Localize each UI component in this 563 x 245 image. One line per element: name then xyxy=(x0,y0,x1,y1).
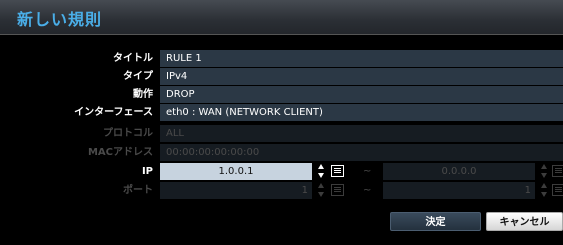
increment-icon xyxy=(540,163,549,171)
type-row: タイプ IPv4 xyxy=(0,68,563,85)
ip-range-separator: ~ xyxy=(363,166,372,177)
ip-end-spinner xyxy=(540,163,549,180)
port-end-spinner xyxy=(540,182,549,199)
port-range-separator: ~ xyxy=(363,185,372,196)
decrement-icon[interactable] xyxy=(317,171,326,179)
keyboard-icon xyxy=(331,184,344,196)
new-rule-dialog: 新しい規則 タイトル RULE 1 タイプ IPv4 動作 DROP インターフ… xyxy=(0,0,563,245)
dialog-title: 新しい規則 xyxy=(17,10,103,29)
mac-field: 00:00:00:00:00:00 xyxy=(160,144,563,161)
port-start-spinner xyxy=(317,182,326,199)
mac-label: MACアドレス xyxy=(87,147,153,158)
increment-icon[interactable] xyxy=(317,163,326,171)
action-select[interactable]: DROP xyxy=(160,86,563,103)
increment-icon xyxy=(540,182,549,190)
keyboard-icon xyxy=(552,184,563,196)
decrement-icon xyxy=(540,171,549,179)
increment-icon xyxy=(317,182,326,190)
ip-start-spinner[interactable] xyxy=(317,163,326,180)
dialog-title-bar: 新しい規則 xyxy=(0,0,563,35)
mac-row: MACアドレス 00:00:00:00:00:00 xyxy=(0,144,563,161)
ip-start-field[interactable]: 1.0.0.1 xyxy=(160,163,312,180)
ip-row: IP 1.0.0.1 ~ 0.0.0.0 xyxy=(0,163,563,180)
port-start-field: 1 xyxy=(160,182,312,199)
ip-end-field: 0.0.0.0 xyxy=(383,163,535,180)
keyboard-icon xyxy=(552,165,563,177)
type-select[interactable]: IPv4 xyxy=(160,68,563,85)
cancel-button[interactable]: キャンセル xyxy=(486,212,563,231)
port-label: ポート xyxy=(123,185,153,196)
title-label: タイトル xyxy=(113,53,153,64)
interface-select[interactable]: eth0 : WAN (NETWORK CLIENT) xyxy=(160,104,563,121)
decrement-icon xyxy=(540,190,549,198)
keyboard-icon[interactable] xyxy=(331,165,344,177)
port-end-field: 1 xyxy=(383,182,535,199)
port-row: ポート 1 ~ 1 xyxy=(0,182,563,199)
action-label: 動作 xyxy=(133,89,153,100)
interface-row: インターフェース eth0 : WAN (NETWORK CLIENT) xyxy=(0,104,563,121)
protocol-select: ALL xyxy=(160,125,563,142)
title-row: タイトル RULE 1 xyxy=(0,50,563,67)
title-field[interactable]: RULE 1 xyxy=(160,50,563,67)
protocol-label: プロトコル xyxy=(103,128,153,139)
ip-label: IP xyxy=(141,166,153,177)
ok-button[interactable]: 決定 xyxy=(390,212,481,231)
type-label: タイプ xyxy=(123,71,153,82)
decrement-icon xyxy=(317,190,326,198)
action-row: 動作 DROP xyxy=(0,86,563,103)
interface-label: インターフェース xyxy=(74,107,153,118)
protocol-row: プロトコル ALL xyxy=(0,125,563,142)
